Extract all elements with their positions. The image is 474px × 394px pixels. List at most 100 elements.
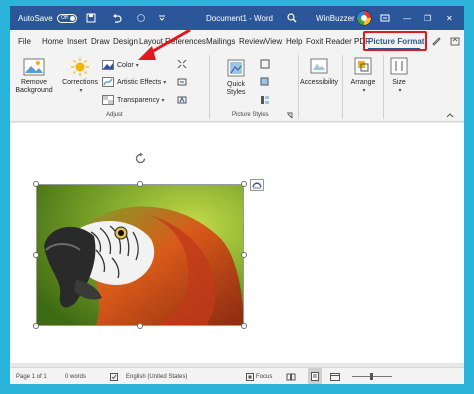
web-layout-icon[interactable] bbox=[330, 368, 340, 384]
focus-icon[interactable] bbox=[246, 368, 254, 384]
tab-mailings[interactable]: Mailings bbox=[206, 30, 235, 52]
tab-draw[interactable]: Draw bbox=[91, 30, 110, 52]
status-bar: Page 1 of 1 0 words English (United Stat… bbox=[10, 367, 464, 384]
save-icon[interactable] bbox=[86, 6, 96, 30]
print-layout-icon[interactable] bbox=[308, 368, 322, 384]
group-divider bbox=[342, 55, 343, 119]
comments-icon[interactable] bbox=[431, 36, 441, 48]
artistic-effects-dropdown-icon: ▾ bbox=[163, 79, 167, 86]
resize-handle[interactable] bbox=[33, 323, 39, 329]
focus-mode[interactable]: Focus bbox=[256, 368, 272, 384]
resize-handle[interactable] bbox=[33, 181, 39, 187]
accessibility-label: Accessibility bbox=[299, 79, 339, 86]
size-icon bbox=[390, 57, 408, 75]
user-name[interactable]: WinBuzzer bbox=[316, 6, 355, 30]
tab-layout[interactable]: Layout bbox=[139, 30, 163, 52]
resize-handle[interactable] bbox=[241, 252, 247, 258]
tab-file[interactable]: File bbox=[18, 30, 31, 52]
arrange-icon bbox=[354, 57, 372, 75]
customize-qat-icon[interactable] bbox=[158, 6, 166, 30]
resize-handle[interactable] bbox=[137, 323, 143, 329]
quick-styles-button[interactable]: Quick Styles bbox=[218, 58, 254, 97]
corrections-icon bbox=[71, 58, 89, 76]
picture-format-highlight bbox=[363, 31, 427, 51]
quick-styles-label: Quick Styles bbox=[226, 81, 246, 96]
change-picture-icon[interactable] bbox=[177, 77, 187, 89]
corrections-label: Corrections bbox=[62, 79, 98, 86]
resize-handle[interactable] bbox=[241, 181, 247, 187]
artistic-effects-label: Artistic Effects bbox=[117, 78, 162, 86]
redo-icon[interactable] bbox=[136, 6, 146, 30]
language[interactable]: English (United States) bbox=[126, 368, 187, 384]
size-label: Size bbox=[392, 79, 406, 86]
compress-pictures-icon[interactable] bbox=[177, 59, 187, 71]
color-label: Color bbox=[117, 61, 134, 69]
corrections-button[interactable]: Corrections ▾ bbox=[60, 58, 100, 95]
title-bar: AutoSave Off Document1 - Word WinBuzzer … bbox=[10, 6, 464, 30]
proofing-icon[interactable] bbox=[110, 368, 118, 384]
group-divider bbox=[209, 55, 210, 119]
picture-selection-frame bbox=[36, 184, 244, 326]
tab-insert[interactable]: Insert bbox=[67, 30, 87, 52]
picture-border-icon[interactable] bbox=[260, 59, 270, 71]
restore-button[interactable]: ❐ bbox=[424, 6, 431, 30]
autosave-toggle[interactable]: Off bbox=[56, 13, 77, 23]
word-count[interactable]: 0 words bbox=[65, 368, 86, 384]
size-button[interactable]: Size ▾ bbox=[384, 56, 414, 95]
undo-icon[interactable] bbox=[112, 6, 122, 30]
remove-background-button[interactable]: Remove Background bbox=[15, 58, 53, 95]
read-mode-icon[interactable] bbox=[286, 368, 296, 384]
picture-styles-group-label: Picture Styles bbox=[232, 112, 269, 118]
layout-options-icon[interactable] bbox=[250, 179, 264, 191]
tab-foxit-reader-pdf[interactable]: Foxit Reader PDF bbox=[306, 30, 370, 52]
adjust-group-label: Adjust bbox=[106, 112, 123, 118]
resize-handle[interactable] bbox=[33, 252, 39, 258]
minimize-button[interactable]: — bbox=[403, 6, 411, 30]
transparency-dropdown-icon: ▾ bbox=[161, 97, 165, 104]
zoom-slider[interactable] bbox=[352, 368, 392, 384]
artistic-effects-button[interactable]: Artistic Effects ▾ bbox=[102, 75, 166, 89]
tab-design[interactable]: Design bbox=[113, 30, 138, 52]
collapse-ribbon-icon[interactable] bbox=[446, 112, 454, 120]
transparency-button[interactable]: Transparency ▾ bbox=[102, 93, 165, 107]
autosave-state: Off bbox=[61, 15, 68, 21]
page-count[interactable]: Page 1 of 1 bbox=[16, 368, 47, 384]
autosave-control[interactable]: AutoSave Off bbox=[18, 6, 77, 30]
transparency-icon bbox=[102, 95, 114, 105]
color-button[interactable]: Color ▾ bbox=[102, 58, 139, 72]
avatar[interactable] bbox=[356, 6, 372, 30]
tab-view[interactable]: View bbox=[265, 30, 282, 52]
tab-help[interactable]: Help bbox=[286, 30, 302, 52]
arrange-dropdown-icon: ▾ bbox=[362, 88, 366, 94]
remove-background-label: Remove Background bbox=[15, 79, 53, 94]
picture-styles-launcher-icon[interactable] bbox=[286, 112, 293, 121]
picture-layout-icon[interactable] bbox=[260, 95, 270, 107]
resize-handle[interactable] bbox=[241, 323, 247, 329]
ribbon-display-options-icon[interactable] bbox=[380, 6, 390, 30]
arrange-label: Arrange bbox=[350, 79, 376, 86]
arrange-button[interactable]: Arrange ▾ bbox=[346, 56, 380, 95]
search-icon[interactable] bbox=[287, 6, 297, 30]
tab-review[interactable]: Review bbox=[239, 30, 265, 52]
autosave-label: AutoSave bbox=[18, 13, 53, 23]
rotate-handle-icon[interactable] bbox=[134, 152, 147, 170]
word-window: AutoSave Off Document1 - Word WinBuzzer … bbox=[10, 6, 464, 384]
tab-home[interactable]: Home bbox=[42, 30, 63, 52]
close-button[interactable]: ✕ bbox=[446, 6, 453, 30]
size-dropdown-icon: ▾ bbox=[398, 88, 402, 94]
tab-references[interactable]: References bbox=[165, 30, 206, 52]
share-icon[interactable] bbox=[450, 36, 460, 48]
remove-background-icon bbox=[23, 58, 45, 76]
resize-handle[interactable] bbox=[137, 181, 143, 187]
document-title: Document1 - Word bbox=[206, 13, 273, 23]
transparency-label: Transparency bbox=[117, 96, 160, 104]
corrections-dropdown-icon: ▾ bbox=[79, 88, 83, 94]
color-dropdown-icon: ▾ bbox=[135, 62, 139, 69]
artistic-effects-icon bbox=[102, 77, 114, 87]
alt-text-button[interactable]: Accessibility bbox=[299, 56, 339, 87]
quick-styles-icon bbox=[227, 59, 245, 77]
reset-picture-icon[interactable] bbox=[177, 95, 187, 107]
picture-effects-icon[interactable] bbox=[260, 77, 270, 89]
color-icon bbox=[102, 60, 114, 70]
ribbon-panel: Remove Background Corrections ▾ Color ▾ … bbox=[10, 52, 464, 122]
